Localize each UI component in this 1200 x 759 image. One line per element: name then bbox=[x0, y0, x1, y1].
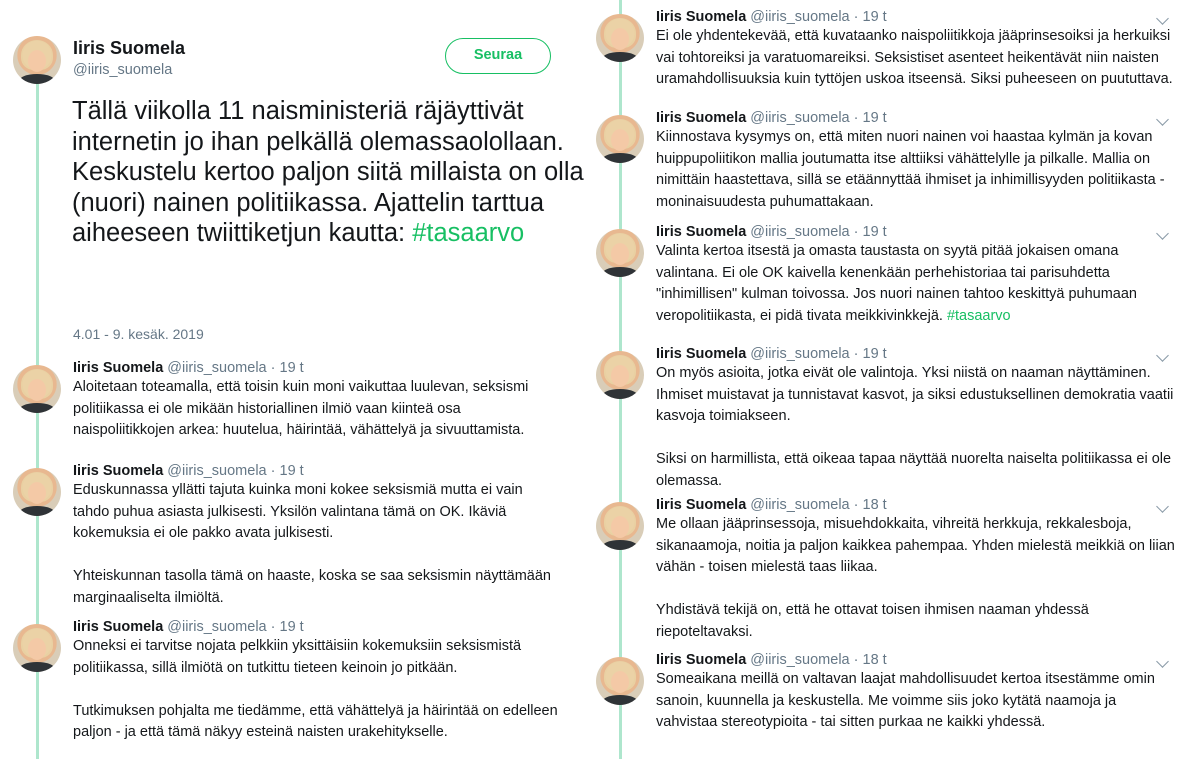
tweet-body: On myös asioita, jotka eivät ole valinto… bbox=[656, 363, 1181, 492]
tweet-paragraph: Yhteiskunnan tasolla tämä on haaste, kos… bbox=[73, 568, 551, 606]
tweet-body: Valinta kertoa itsestä ja omasta taustas… bbox=[656, 241, 1181, 327]
tweet-paragraph: Yhdistävä tekijä on, että he ottavat toi… bbox=[656, 602, 1089, 640]
tweet-body: Someaikana meillä on valtavan laajat mah… bbox=[656, 669, 1181, 734]
tweet-header: Iiris Suomela @iiris_suomela · 19 t bbox=[73, 463, 563, 479]
tweet-paragraph: Aloitetaan toteamalla, että toisin kuin … bbox=[73, 379, 529, 438]
author-name[interactable]: Iiris Suomela bbox=[656, 9, 746, 25]
separator: · bbox=[270, 463, 276, 479]
avatar[interactable] bbox=[13, 365, 61, 413]
author-handle[interactable]: @iiris_suomela bbox=[167, 463, 266, 479]
avatar[interactable] bbox=[596, 115, 644, 163]
tweet-timestamp[interactable]: 4.01 - 9. kesäk. 2019 bbox=[73, 326, 204, 342]
tweet-header: Iiris Suomela @iiris_suomela · 18 t bbox=[656, 497, 1181, 513]
tweet-time[interactable]: 19 t bbox=[280, 619, 304, 635]
author-name[interactable]: Iiris Suomela bbox=[656, 346, 746, 362]
separator: · bbox=[270, 619, 276, 635]
follow-button[interactable]: Seuraa bbox=[445, 38, 551, 74]
tweet-paragraph: Someaikana meillä on valtavan laajat mah… bbox=[656, 671, 1155, 730]
tweet-paragraph: Siksi on harmillista, että oikeaa tapaa … bbox=[656, 451, 1172, 489]
reply-tweet: Iiris Suomela @iiris_suomela · 18 t Somea… bbox=[656, 652, 1181, 734]
reply-tweet: Iiris Suomela @iiris_suomela · 19 t Kiinn… bbox=[656, 110, 1181, 213]
separator: · bbox=[853, 652, 859, 668]
right-thread-column: Iiris Suomela @iiris_suomela · 19 t Ei ol… bbox=[590, 0, 1200, 759]
separator: · bbox=[853, 9, 859, 25]
tweet-paragraph: On myös asioita, jotka eivät ole valinto… bbox=[656, 365, 1174, 424]
tweet-time[interactable]: 19 t bbox=[863, 224, 887, 240]
tweet-time[interactable]: 19 t bbox=[863, 346, 887, 362]
avatar[interactable] bbox=[13, 624, 61, 672]
hashtag-link[interactable]: #tasaarvo bbox=[412, 219, 524, 247]
tweet-paragraph: Eduskunnassa yllätti tajuta kuinka moni … bbox=[73, 482, 523, 541]
avatar[interactable] bbox=[13, 36, 61, 84]
tweet-paragraph: Kiinnostava kysymys on, että miten nuori… bbox=[656, 129, 1165, 210]
tweet-body: Ei ole yhdentekevää, että kuvataanko nai… bbox=[656, 26, 1181, 91]
hashtag-link[interactable]: #tasaarvo bbox=[947, 308, 1011, 324]
author-handle[interactable]: @iiris_suomela bbox=[750, 497, 849, 513]
avatar[interactable] bbox=[596, 502, 644, 550]
author-handle[interactable]: @iiris_suomela bbox=[750, 110, 849, 126]
tweet-header: Iiris Suomela @iiris_suomela · 19 t bbox=[656, 9, 1181, 25]
reply-tweet: Iiris Suomela @iiris_suomela · 19 t Valin… bbox=[656, 224, 1181, 327]
tweet-paragraph: Tutkimuksen pohjalta me tiedämme, että v… bbox=[73, 702, 558, 741]
reply-tweet: Iiris Suomela @iiris_suomela · 19 t Aloit… bbox=[73, 360, 563, 442]
author-handle[interactable]: @iiris_suomela bbox=[73, 62, 172, 78]
main-tweet-text: Tällä viikolla 11 naisministeriä räjäytt… bbox=[72, 96, 587, 249]
author-name[interactable]: Iiris Suomela bbox=[656, 652, 746, 668]
author-name[interactable]: Iiris Suomela bbox=[73, 360, 163, 376]
tweet-header: Iiris Suomela @iiris_suomela · 19 t bbox=[73, 619, 563, 635]
tweet-paragraph: Me ollaan jääprinsessoja, misuehdokkaita… bbox=[656, 516, 1175, 575]
separator: · bbox=[853, 497, 859, 513]
author-handle[interactable]: @iiris_suomela bbox=[750, 346, 849, 362]
avatar[interactable] bbox=[596, 351, 644, 399]
tweet-body: Aloitetaan toteamalla, että toisin kuin … bbox=[73, 377, 563, 442]
author-name[interactable]: Iiris Suomela bbox=[73, 38, 185, 59]
reply-tweet: Iiris Suomela @iiris_suomela · 19 t Ei ol… bbox=[656, 9, 1181, 91]
separator: · bbox=[853, 110, 859, 126]
tweet-header: Iiris Suomela @iiris_suomela · 19 t bbox=[73, 360, 563, 376]
tweet-header: Iiris Suomela @iiris_suomela · 19 t bbox=[656, 110, 1181, 126]
author-handle[interactable]: @iiris_suomela bbox=[167, 619, 266, 635]
tweet-time[interactable]: 19 t bbox=[863, 9, 887, 25]
reply-tweet: Iiris Suomela @iiris_suomela · 19 t Onnek… bbox=[73, 619, 563, 744]
author-name[interactable]: Iiris Suomela bbox=[73, 619, 163, 635]
separator: · bbox=[270, 360, 276, 376]
tweet-header: Iiris Suomela @iiris_suomela · 19 t bbox=[656, 346, 1181, 362]
reply-tweet: Iiris Suomela @iiris_suomela · 19 t On my… bbox=[656, 346, 1181, 492]
author-handle[interactable]: @iiris_suomela bbox=[750, 224, 849, 240]
author-name[interactable]: Iiris Suomela bbox=[656, 224, 746, 240]
tweet-time[interactable]: 18 t bbox=[863, 497, 887, 513]
author-name[interactable]: Iiris Suomela bbox=[73, 463, 163, 479]
tweet-body: Eduskunnassa yllätti tajuta kuinka moni … bbox=[73, 480, 563, 609]
author-handle[interactable]: @iiris_suomela bbox=[750, 9, 849, 25]
tweet-body: Me ollaan jääprinsessoja, misuehdokkaita… bbox=[656, 514, 1181, 643]
avatar[interactable] bbox=[13, 468, 61, 516]
tweet-header: Iiris Suomela @iiris_suomela · 19 t bbox=[656, 224, 1181, 240]
tweet-time[interactable]: 19 t bbox=[863, 110, 887, 126]
tweet-text: Valinta kertoa itsestä ja omasta taustas… bbox=[656, 243, 1137, 324]
avatar[interactable] bbox=[596, 14, 644, 62]
avatar[interactable] bbox=[596, 657, 644, 705]
tweet-time[interactable]: 18 t bbox=[863, 652, 887, 668]
tweet-paragraph: Ei ole yhdentekevää, että kuvataanko nai… bbox=[656, 28, 1173, 87]
tweet-time[interactable]: 19 t bbox=[280, 360, 304, 376]
reply-tweet: Iiris Suomela @iiris_suomela · 18 t Me ol… bbox=[656, 497, 1181, 643]
tweet-body: Onneksi ei tarvitse nojata pelkkiin yksi… bbox=[73, 636, 563, 744]
left-thread-column: Iiris Suomela @iiris_suomela Seuraa Täll… bbox=[0, 0, 590, 759]
avatar[interactable] bbox=[596, 229, 644, 277]
author-handle[interactable]: @iiris_suomela bbox=[750, 652, 849, 668]
author-name[interactable]: Iiris Suomela bbox=[656, 110, 746, 126]
tweet-paragraph: Valinta kertoa itsestä ja omasta taustas… bbox=[656, 241, 1181, 327]
separator: · bbox=[853, 346, 859, 362]
tweet-header: Iiris Suomela @iiris_suomela · 18 t bbox=[656, 652, 1181, 668]
author-name[interactable]: Iiris Suomela bbox=[656, 497, 746, 513]
tweet-paragraph: Onneksi ei tarvitse nojata pelkkiin yksi… bbox=[73, 638, 522, 676]
author-handle[interactable]: @iiris_suomela bbox=[167, 360, 266, 376]
tweet-time[interactable]: 19 t bbox=[280, 463, 304, 479]
reply-tweet: Iiris Suomela @iiris_suomela · 19 t Edusk… bbox=[73, 463, 563, 609]
tweet-body: Kiinnostava kysymys on, että miten nuori… bbox=[656, 127, 1181, 213]
separator: · bbox=[853, 224, 859, 240]
